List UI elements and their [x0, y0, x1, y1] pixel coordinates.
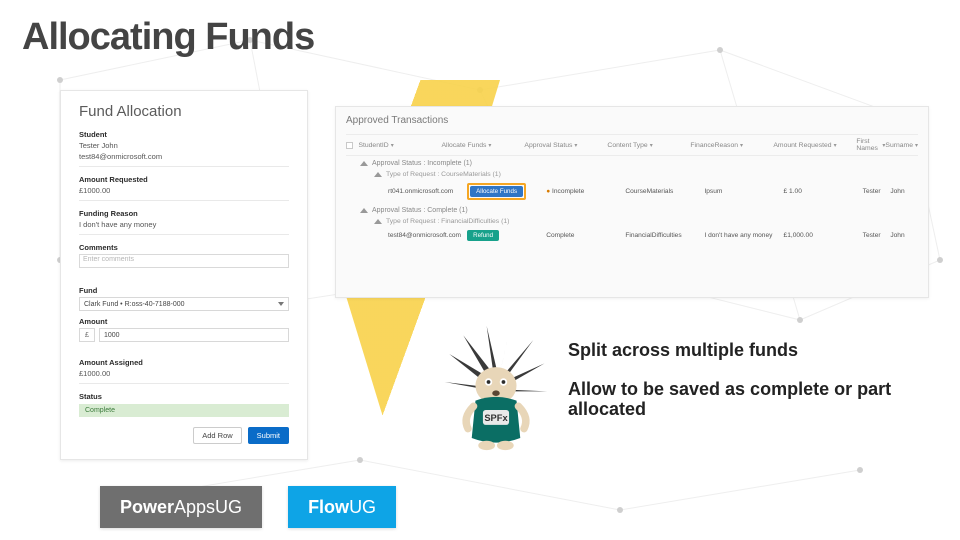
cell-last: John — [890, 232, 918, 239]
chevron-down-icon: ▾ — [915, 142, 918, 149]
select-all-checkbox[interactable] — [346, 142, 353, 149]
slide-title: Allocating Funds — [22, 16, 314, 59]
caret-up-icon — [374, 172, 382, 177]
col-amount-requested[interactable]: Amount Requested — [773, 142, 831, 149]
status-label: Status — [79, 392, 289, 401]
spfx-mascot: SPFx — [440, 326, 552, 456]
student-name: Tester John — [79, 141, 289, 150]
student-email: test84@onmicrosoft.com — [79, 152, 289, 161]
allocate-funds-button[interactable]: Allocate Funds — [470, 186, 523, 197]
caret-up-icon — [360, 208, 368, 213]
allocate-highlight: Allocate Funds — [467, 183, 526, 200]
amount-assigned-label: Amount Assigned — [79, 358, 289, 367]
bullet-2: Allow to be saved as complete or part al… — [568, 379, 938, 420]
fund-label: Fund — [79, 286, 289, 295]
col-allocate[interactable]: Allocate Funds — [441, 142, 486, 149]
comments-input[interactable]: Enter comments — [79, 254, 289, 268]
list-title: Approved Transactions — [346, 115, 918, 126]
status-value: Complete — [79, 404, 289, 417]
col-approval-status[interactable]: Approval Status — [524, 142, 572, 149]
group-complete-label: Approval Status : Complete (1) — [372, 207, 468, 214]
flowug-logo: FlowUG — [288, 486, 396, 528]
group-incomplete-label: Approval Status : Incomplete (1) — [372, 160, 472, 167]
add-row-button[interactable]: Add Row — [193, 427, 241, 444]
comments-label: Comments — [79, 243, 289, 252]
approved-transactions-list: Approved Transactions StudentID▾ Allocat… — [335, 106, 929, 298]
refund-button[interactable]: Refund — [467, 230, 499, 241]
cell-status: Complete — [546, 232, 625, 239]
chevron-down-icon: ▾ — [488, 142, 491, 149]
caret-up-icon — [374, 219, 382, 224]
chevron-down-icon: ▾ — [574, 142, 577, 149]
fund-select[interactable]: Clark Fund • R:oss-40-7188-000 — [79, 297, 289, 311]
cell-first: Tester — [863, 188, 891, 195]
cell-ctype: FinancialDifficulties — [625, 232, 704, 239]
col-studentid[interactable]: StudentID — [358, 142, 388, 149]
chevron-down-icon: ▾ — [834, 142, 837, 149]
cell-email: test84@onmicrosoft.com — [388, 232, 467, 239]
list-header-row: StudentID▾ Allocate Funds▾ Approval Stat… — [346, 134, 918, 156]
cell-amount: £ 1.00 — [784, 188, 863, 195]
chevron-down-icon: ▾ — [740, 142, 743, 149]
powerappsug-logo: PowerAppsUG — [100, 486, 262, 528]
cell-status: ● Incomplete — [546, 188, 625, 195]
footer-logos: PowerAppsUG FlowUG — [100, 486, 396, 528]
mascot-shirt-text: SPFx — [484, 413, 508, 423]
fund-allocation-form: Fund Allocation Student Tester John test… — [60, 90, 308, 460]
amount-label: Amount — [79, 317, 289, 326]
funding-reason-label: Funding Reason — [79, 209, 289, 218]
group-incomplete[interactable]: Approval Status : Incomplete (1) — [346, 156, 918, 169]
group-financial-difficulties-label: Type of Request : FinancialDifficulties … — [386, 218, 509, 225]
amount-assigned-value: £1000.00 — [79, 369, 289, 378]
group-complete[interactable]: Approval Status : Complete (1) — [346, 203, 918, 216]
group-financial-difficulties[interactable]: Type of Request : FinancialDifficulties … — [346, 216, 918, 228]
cell-reason: Ipsum — [704, 188, 783, 195]
col-first-names[interactable]: First Names — [856, 138, 880, 152]
amount-input[interactable]: 1000 — [99, 328, 289, 342]
group-course-materials[interactable]: Type of Request : CourseMaterials (1) — [346, 169, 918, 181]
form-heading: Fund Allocation — [79, 103, 289, 120]
cell-ctype: CourseMaterials — [625, 188, 704, 195]
amount-requested-label: Amount Requested — [79, 175, 289, 184]
submit-button[interactable]: Submit — [248, 427, 289, 444]
cell-first: Tester — [863, 232, 891, 239]
table-row[interactable]: rt041.onmicrosoft.com Allocate Funds ● I… — [346, 181, 918, 203]
chevron-down-icon: ▾ — [391, 142, 394, 149]
group-course-materials-label: Type of Request : CourseMaterials (1) — [386, 171, 501, 178]
funding-reason-value: I don't have any money — [79, 220, 289, 229]
bullet-1: Split across multiple funds — [568, 340, 938, 361]
cell-reason: I don't have any money — [704, 232, 783, 239]
chevron-down-icon: ▾ — [650, 142, 653, 149]
col-content-type[interactable]: Content Type — [607, 142, 647, 149]
cell-amount: £1,000.00 — [784, 232, 863, 239]
table-row[interactable]: test84@onmicrosoft.com Refund Complete F… — [346, 228, 918, 244]
fund-select-value: Clark Fund • R:oss-40-7188-000 — [84, 301, 185, 308]
col-finance-reason[interactable]: FinanceReason — [690, 142, 738, 149]
cell-last: John — [890, 188, 918, 195]
caret-up-icon — [360, 161, 368, 166]
amount-requested-value: £1000.00 — [79, 186, 289, 195]
col-surname[interactable]: Surname — [885, 142, 913, 149]
bullet-list: Split across multiple funds Allow to be … — [568, 340, 938, 438]
cell-email: rt041.onmicrosoft.com — [388, 188, 467, 195]
amount-currency: £ — [79, 328, 95, 342]
student-label: Student — [79, 130, 289, 139]
